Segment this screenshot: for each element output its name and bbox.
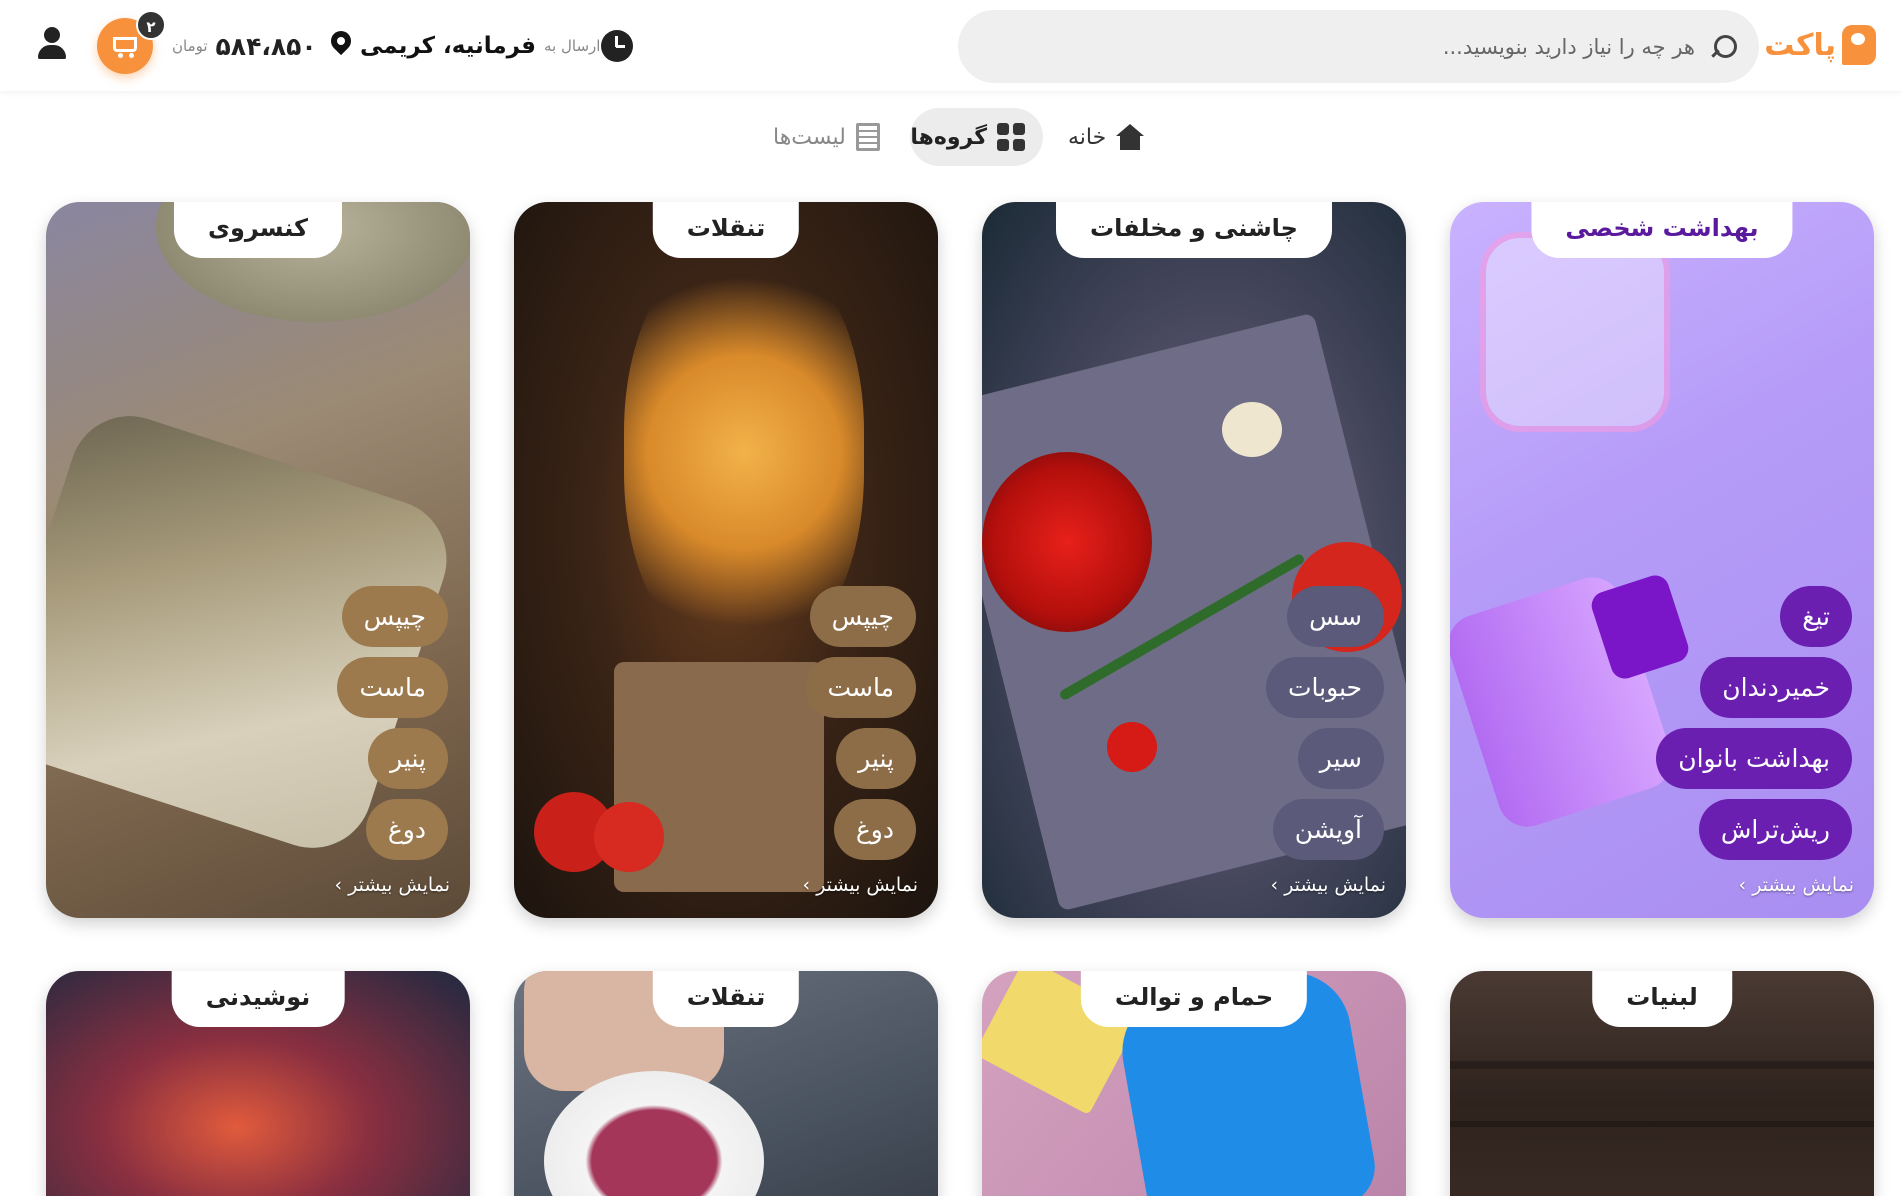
- chip[interactable]: بهداشت بانوان: [1656, 728, 1852, 789]
- search-input[interactable]: [1095, 34, 1695, 59]
- location-pin-icon: [330, 31, 352, 61]
- category-card-dairy[interactable]: لبنیات: [1450, 971, 1874, 1196]
- show-more-link[interactable]: نمایش بیشتر ›: [1271, 874, 1386, 896]
- garlic-image: [1222, 402, 1282, 457]
- address-value: فرمانیه، کریمی: [360, 33, 536, 59]
- chip[interactable]: دوغ: [833, 799, 916, 860]
- card-title: نوشیدنی: [171, 971, 345, 1027]
- chip[interactable]: چیپس: [341, 586, 448, 647]
- top-header: پاکت ارسال به فرمانیه، کریمی ۵۸۴،۸۵۰ توم…: [0, 0, 1902, 91]
- tab-home[interactable]: خانه: [1050, 108, 1162, 166]
- search-icon[interactable]: [1709, 32, 1739, 62]
- search-bar[interactable]: [958, 10, 1759, 83]
- category-card-snacks-2[interactable]: تنقلات: [514, 971, 938, 1196]
- chip[interactable]: چیپس: [809, 586, 916, 647]
- show-more-label: نمایش بیشتر: [348, 874, 450, 896]
- card-title: حمام و توالت: [1080, 971, 1308, 1027]
- logo-icon: [1842, 25, 1876, 65]
- cart-count-badge: ۲: [136, 10, 166, 40]
- card-title: تنقلات: [652, 202, 800, 258]
- chip[interactable]: سس: [1287, 586, 1384, 647]
- chip[interactable]: دوغ: [365, 799, 448, 860]
- chip[interactable]: خمیردندان: [1700, 657, 1852, 718]
- cart-icon: [113, 37, 137, 58]
- tomato-image: [594, 802, 664, 872]
- chip[interactable]: ریش‌تراش: [1698, 799, 1852, 860]
- show-more-label: نمایش بیشتر: [816, 874, 918, 896]
- chip-list: چیپس ماست پنیر دوغ: [656, 586, 916, 860]
- chip[interactable]: ماست: [337, 657, 448, 718]
- category-card-condiments[interactable]: چاشنی و مخلفات سس حبوبات سیر آویشن نمایش…: [982, 202, 1406, 918]
- chip[interactable]: سیر: [1297, 728, 1384, 789]
- grid-icon: [997, 123, 1025, 151]
- chip-list: سس حبوبات سیر آویشن: [1124, 586, 1384, 860]
- chip-list: چیپس ماست پنیر دوغ: [188, 586, 448, 860]
- card-title: لبنیات: [1592, 971, 1732, 1027]
- balance-value: ۵۸۴،۸۵۰: [215, 31, 317, 61]
- chip[interactable]: حبوبات: [1265, 657, 1384, 718]
- jar-image: [1480, 232, 1670, 432]
- show-more-link[interactable]: نمایش بیشتر ›: [1739, 874, 1854, 896]
- category-card-snacks[interactable]: تنقلات چیپس ماست پنیر دوغ نمایش بیشتر ›: [514, 202, 938, 918]
- tab-lists[interactable]: لیست‌ها: [755, 108, 898, 166]
- tab-groups-label: گروه‌ها: [910, 124, 987, 150]
- chip-list: تیغ خمیردندان بهداشت بانوان ریش‌تراش: [1592, 586, 1852, 860]
- tab-home-label: خانه: [1068, 124, 1107, 150]
- balance-unit: تومان: [172, 37, 208, 55]
- tab-groups[interactable]: گروه‌ها: [910, 108, 1043, 166]
- wallet-balance: ۵۸۴،۸۵۰ تومان: [172, 28, 317, 64]
- chip[interactable]: پنیر: [836, 728, 916, 789]
- chip[interactable]: آویشن: [1272, 799, 1384, 860]
- category-card-drinks[interactable]: نوشیدنی: [46, 971, 470, 1196]
- show-more-label: نمایش بیشتر: [1284, 874, 1386, 896]
- logo-text: پاکت: [1764, 27, 1836, 63]
- home-icon: [1116, 124, 1145, 150]
- show-more-link[interactable]: نمایش بیشتر ›: [335, 874, 450, 896]
- show-more-link[interactable]: نمایش بیشتر ›: [803, 874, 918, 896]
- card-title: بهداشت شخصی: [1531, 202, 1793, 258]
- main-nav: خانه گروه‌ها لیست‌ها: [0, 108, 1902, 166]
- tab-lists-label: لیست‌ها: [773, 124, 846, 150]
- card-title: چاشنی و مخلفات: [1056, 202, 1332, 258]
- logo[interactable]: پاکت: [1764, 22, 1876, 68]
- show-more-label: نمایش بیشتر: [1752, 874, 1854, 896]
- category-card-bath[interactable]: حمام و توالت: [982, 971, 1406, 1196]
- user-icon[interactable]: [36, 27, 68, 61]
- chip[interactable]: پنیر: [368, 728, 448, 789]
- wood-grain: [1450, 1121, 1874, 1127]
- chip[interactable]: ماست: [805, 657, 916, 718]
- category-card-canned[interactable]: کنسروی چیپس ماست پنیر دوغ نمایش بیشتر ›: [46, 202, 470, 918]
- card-title: تنقلات: [652, 971, 800, 1027]
- chip[interactable]: تیغ: [1780, 586, 1852, 647]
- wood-grain: [1450, 1061, 1874, 1069]
- category-card-hygiene[interactable]: بهداشت شخصی تیغ خمیردندان بهداشت بانوان …: [1450, 202, 1874, 918]
- clock-icon[interactable]: [601, 30, 633, 62]
- card-title: کنسروی: [173, 202, 343, 258]
- list-icon: [855, 123, 880, 151]
- delivery-address[interactable]: ارسال به فرمانیه، کریمی: [330, 26, 600, 66]
- address-prefix: ارسال به: [543, 37, 601, 55]
